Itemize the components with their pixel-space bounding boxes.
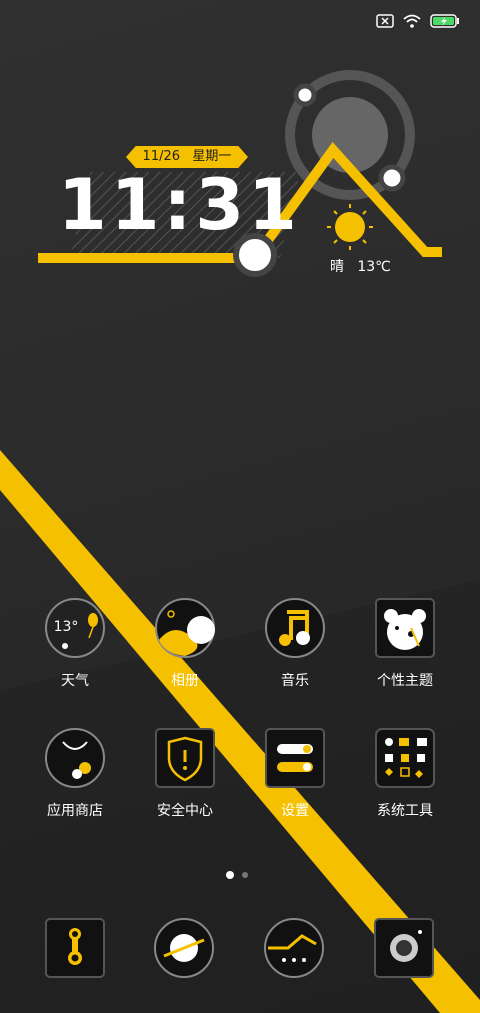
weather-icon: 13° [45,598,105,658]
dock-messages[interactable] [264,918,326,980]
wifi-icon [403,14,421,28]
browser-icon [154,918,214,978]
weather-temp: 13℃ [357,259,391,275]
settings-icon [265,728,325,788]
app-label: 安全中心 [157,803,213,819]
system-tools-icon [375,728,435,788]
app-label: 相册 [171,673,199,689]
date-text: 11/26 [142,149,181,164]
app-label: 系统工具 [377,803,433,819]
app-gallery[interactable]: 相册 [135,598,235,690]
app-weather[interactable]: 13° 天气 [25,598,125,690]
app-store-icon [45,728,105,788]
status-bar [376,14,460,28]
app-system-tools[interactable]: 系统工具 [355,728,455,820]
app-label: 音乐 [281,673,309,689]
no-sim-icon [376,14,394,28]
messages-icon [264,918,324,978]
dock-phone[interactable] [45,918,107,980]
dock-camera[interactable] [374,918,436,980]
security-icon [155,728,215,788]
battery-charging-icon [430,14,459,28]
music-icon [265,598,325,658]
page-indicator[interactable] [226,871,248,879]
themes-icon [375,598,435,658]
app-label: 个性主题 [377,673,433,689]
sun-icon [327,204,373,250]
app-music[interactable]: 音乐 [245,598,345,690]
weather-summary[interactable]: 晴 13℃ [330,256,391,276]
weekday-text: 星期一 [192,149,232,164]
app-settings[interactable]: 设置 [245,728,345,820]
page-dot [242,872,248,878]
camera-icon [374,918,434,978]
app-label: 天气 [61,673,89,689]
gallery-icon [155,598,215,658]
svg-text:13°: 13° [54,619,79,635]
weather-condition: 晴 [330,259,344,275]
phone-icon [45,918,105,978]
app-themes[interactable]: 个性主题 [355,598,455,690]
dock-browser[interactable] [154,918,216,980]
app-label: 应用商店 [47,803,103,819]
page-dot-active [226,871,234,879]
app-store[interactable]: 应用商店 [25,728,125,820]
app-label: 设置 [281,803,309,819]
clock-time[interactable]: 11:31 [58,164,301,246]
app-security[interactable]: 安全中心 [135,728,235,820]
